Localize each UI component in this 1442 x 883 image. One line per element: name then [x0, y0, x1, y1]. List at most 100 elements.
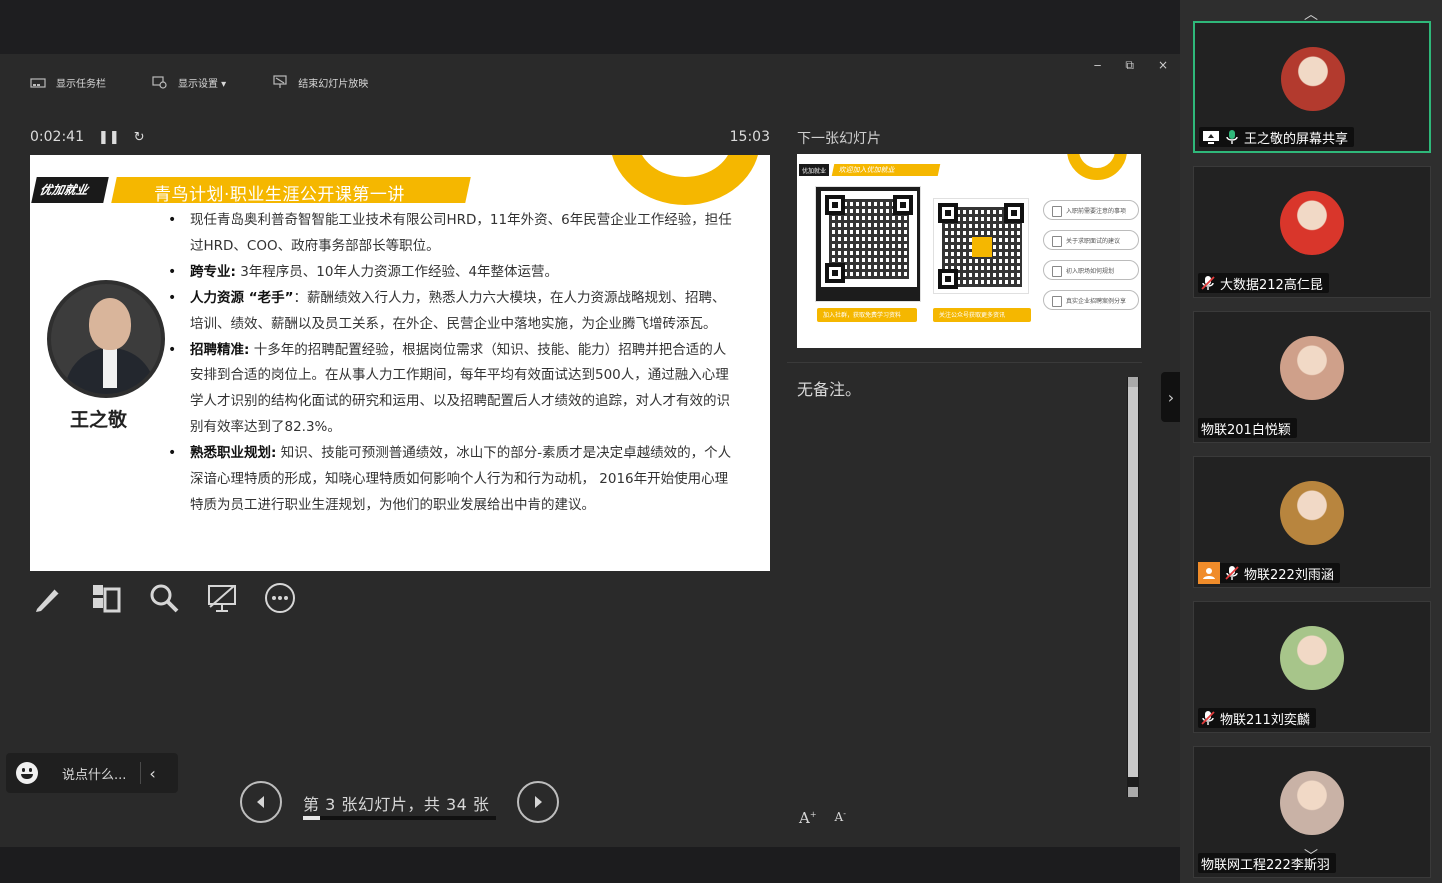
qr-code-official — [933, 198, 1029, 294]
bullet-item: 熟悉职业规划: 知识、技能可预测普通绩效，冰山下的部分-素质才是决定卓越绩效的，… — [166, 441, 738, 519]
close-button[interactable]: × — [1158, 58, 1168, 73]
participant-tile[interactable]: 物联201白悦颖 — [1193, 311, 1431, 443]
panel-collapse-handle[interactable]: › — [1161, 372, 1181, 422]
chevron-left-icon[interactable]: ‹ — [149, 764, 155, 783]
participant-name: 物联222刘雨涵 — [1244, 567, 1334, 583]
emoji-icon[interactable] — [16, 762, 38, 784]
clock: 15:03 — [729, 129, 770, 145]
prev-slide-button[interactable] — [240, 781, 282, 823]
end-slideshow-label: 结束幻灯片放映 — [298, 78, 369, 90]
presenter-view: 显示任务栏 显示设置 ▾ 结束幻灯片放映 ‒ ⧉ × 0:02:41 ❚❚ ↻ … — [0, 54, 1180, 847]
chat-divider — [140, 762, 142, 784]
screen-share-icon — [1202, 129, 1220, 145]
speaker-portrait — [47, 280, 165, 398]
next-slide-preview[interactable]: 优加就业 欢迎加入优加就业 加入社群，获取免费学习资料 关注公众号获取更多资讯 … — [797, 154, 1141, 348]
minimize-button[interactable]: ‒ — [1094, 58, 1102, 73]
link-pill: 初入职场如何规划 — [1043, 260, 1139, 280]
all-slides-button[interactable] — [88, 580, 124, 616]
avatar — [1281, 47, 1345, 111]
bottom-band — [0, 847, 1180, 883]
speaker-notes[interactable]: 无备注。 — [797, 376, 861, 400]
next-slide-icon — [535, 796, 542, 808]
link-pill: 真实企业招聘案例分享 — [1043, 290, 1139, 310]
display-settings-icon — [152, 76, 167, 89]
more-icon — [265, 583, 295, 613]
font-decrease-icon[interactable]: A- — [835, 809, 846, 827]
display-settings-label: 显示设置 ▾ — [178, 78, 227, 90]
notes-divider — [787, 362, 1142, 363]
end-slideshow-icon — [273, 75, 287, 88]
speaker-name: 王之敬 — [70, 409, 128, 431]
participant-label: 物联222刘雨涵 — [1198, 562, 1340, 584]
reset-icon[interactable]: ↻ — [134, 130, 145, 145]
user-badge-icon — [1198, 562, 1220, 584]
link-pill: 入职前需要注意的事项 — [1043, 200, 1139, 220]
slide-counter[interactable]: 第 3 张幻灯片，共 34 张 — [303, 791, 489, 815]
participant-label: 王之敬的屏幕共享 — [1199, 127, 1355, 147]
prev-slide-icon — [257, 796, 264, 808]
bullet-item: 现任青岛奥利普奇智智能工业技术有限公司HRD，11年外资、6年民营企业工作经验，… — [166, 208, 738, 260]
next-slide-button[interactable] — [517, 781, 559, 823]
participant-tile[interactable]: 大数据212高仁昆 — [1193, 166, 1431, 298]
show-taskbar-button[interactable]: 显示任务栏 — [30, 75, 106, 90]
avatar — [1280, 336, 1344, 400]
qr-button-2: 关注公众号获取更多资讯 — [933, 308, 1031, 322]
avatar — [1280, 626, 1344, 690]
slide-title-bar: 优加就业 青鸟计划·职业生涯公开课第一讲 — [30, 176, 471, 205]
pen-tool-button[interactable] — [30, 580, 66, 616]
participant-label: 物联201白悦颖 — [1198, 418, 1297, 438]
participant-tile[interactable]: 王之敬的屏幕共享 — [1193, 21, 1431, 153]
bullet-item: 人力资源 “老手”：薪酬绩效入行人力，熟悉人力六大模块，在人力资源战略规划、招聘… — [166, 286, 738, 338]
window-controls: ‒ ⧉ × — [1094, 58, 1168, 73]
avatar — [1280, 191, 1344, 255]
participant-label: 物联211刘奕麟 — [1198, 708, 1316, 728]
presenter-toolbar: 显示任务栏 显示设置 ▾ 结束幻灯片放映 — [30, 72, 368, 92]
next-slide-label: 下一张幻灯片 — [797, 131, 881, 147]
notes-scrollbar[interactable] — [1127, 377, 1139, 797]
qr-button-1: 加入社群，获取免费学习资料 — [817, 308, 917, 322]
participants-panel: ︿ 王之敬的屏幕共享 大数据212高仁昆 物联201白悦颖 物联222刘雨涵 物联211… — [1180, 0, 1442, 883]
scroll-thumb[interactable] — [1128, 387, 1138, 777]
pen-icon — [36, 588, 60, 612]
all-slides-icon — [93, 585, 121, 613]
scroll-down-arrow[interactable] — [1128, 787, 1138, 797]
mic-muted-icon — [1225, 565, 1239, 581]
mic-icon — [1225, 129, 1239, 145]
slide-progress-fill — [303, 816, 321, 820]
avatar — [1280, 481, 1344, 545]
mic-muted-icon — [1201, 275, 1215, 291]
chat-input[interactable]: 说点什么... — [62, 764, 126, 783]
participant-label: 大数据212高仁昆 — [1198, 273, 1329, 293]
end-slideshow-button[interactable]: 结束幻灯片放映 — [272, 75, 368, 90]
timer-row: 0:02:41 ❚❚ ↻ 15:03 — [30, 128, 770, 146]
restore-button[interactable]: ⧉ — [1125, 58, 1134, 73]
zoom-icon — [150, 584, 179, 613]
notes-font-controls: A+ A- — [799, 809, 846, 827]
bullet-item: 招聘精准: 十多年的招聘配置经验，根据岗位需求（知识、技能、能力）招聘并把合适的… — [166, 338, 738, 442]
participant-name: 物联201白悦颖 — [1201, 422, 1291, 438]
scroll-up-arrow[interactable] — [1128, 377, 1138, 387]
mic-muted-icon — [1201, 710, 1215, 726]
top-band — [0, 0, 1180, 54]
more-options-button[interactable] — [262, 580, 298, 616]
taskbar-icon — [30, 78, 46, 88]
slide-tools — [30, 580, 298, 616]
participant-tile[interactable]: 物联222刘雨涵 — [1193, 456, 1431, 588]
next-slide-banner: 欢迎加入优加就业 — [831, 164, 941, 176]
display-settings-button[interactable]: 显示设置 ▾ — [152, 75, 226, 90]
show-taskbar-label: 显示任务栏 — [56, 78, 106, 90]
brand-logo: 优加就业 — [31, 177, 109, 203]
participant-tile[interactable]: 物联211刘奕麟 — [1193, 601, 1431, 733]
bullet-item: 跨专业: 3年程序员、10年人力资源工作经验、4年整体运营。 — [166, 260, 738, 286]
zoom-button[interactable] — [146, 580, 182, 616]
chat-box[interactable]: 说点什么... ‹ — [6, 753, 178, 793]
slide-title: 青鸟计划·职业生涯公开课第一讲 — [154, 185, 405, 205]
black-screen-button[interactable] — [204, 580, 240, 616]
next-slide-brand: 优加就业 — [799, 164, 829, 176]
participant-name: 王之敬的屏幕共享 — [1244, 131, 1349, 147]
pause-icon[interactable]: ❚❚ — [98, 130, 120, 145]
current-slide: 优加就业 青鸟计划·职业生涯公开课第一讲 王之敬 现任青岛奥利普奇智智能工业技术… — [30, 155, 770, 571]
chevron-down-icon[interactable]: ﹀ — [1304, 846, 1318, 866]
font-increase-icon[interactable]: A+ — [799, 809, 817, 827]
chevron-right-icon: › — [1167, 387, 1175, 407]
